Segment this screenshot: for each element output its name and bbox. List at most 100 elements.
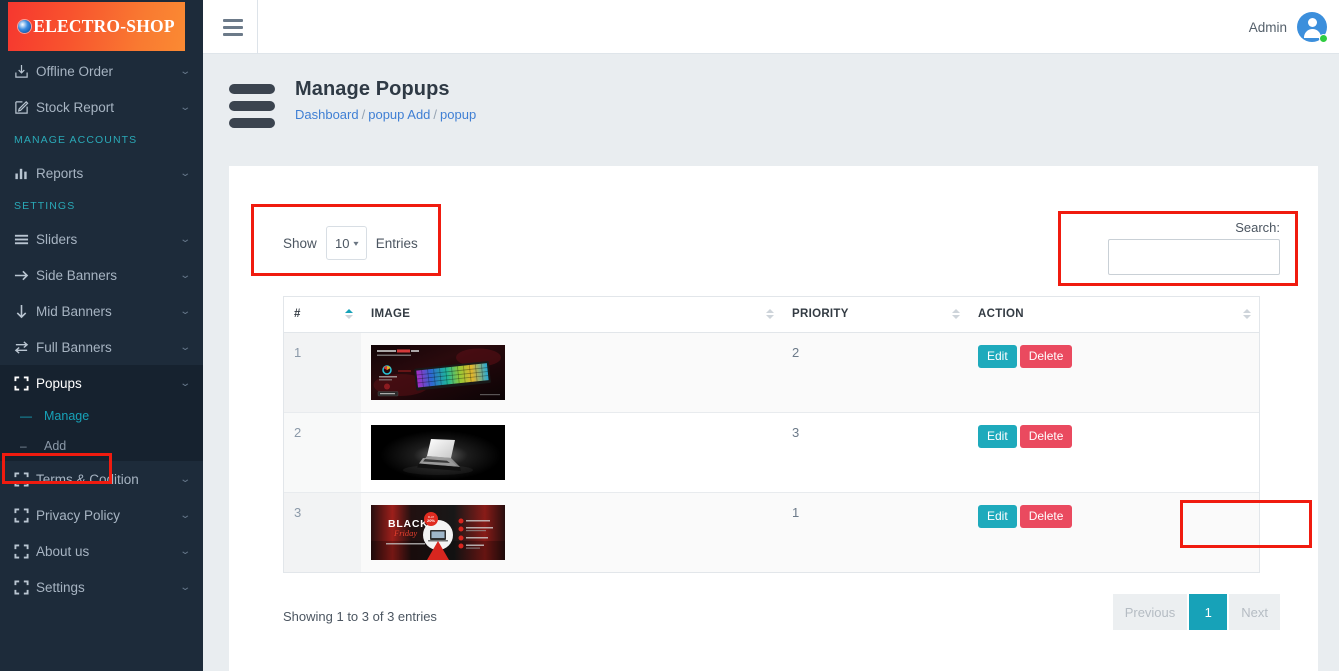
sidebar-subitem-add[interactable]: – Add: [0, 431, 203, 461]
pagination-previous[interactable]: Previous: [1112, 594, 1188, 630]
breadcrumb: Dashboard / popup Add / popup: [295, 107, 476, 122]
user-name-label: Admin: [1248, 19, 1287, 35]
bar-chart-icon: [14, 166, 36, 181]
chevron-down-icon: ⌄: [178, 305, 191, 317]
chevron-down-icon: ⌄: [178, 233, 191, 245]
sidebar-item-sliders[interactable]: Sliders ⌄: [0, 221, 203, 257]
entries-per-page-select[interactable]: 10 ▾: [325, 226, 367, 260]
chevron-down-icon: ⌄: [178, 509, 191, 521]
expand-corners-icon: [14, 507, 36, 523]
top-navbar: Admin: [203, 0, 1339, 54]
sidebar-item-label: Popups: [36, 375, 82, 391]
sidebar-item-about-us[interactable]: About us ⌄: [0, 533, 203, 569]
page-header-bars-icon: [229, 76, 275, 128]
sidebar-item-offline-order[interactable]: Offline Order ⌄: [0, 53, 203, 89]
sort-arrows-icon: [952, 309, 960, 320]
expand-corners-icon: [14, 579, 36, 595]
entries-select-value: 10: [335, 235, 350, 251]
sidebar-section-manage-accounts: MANAGE ACCOUNTS: [14, 134, 138, 146]
breadcrumb-item-popup[interactable]: popup: [440, 107, 476, 122]
chevron-down-icon: ▾: [352, 238, 359, 248]
page-header: Manage Popups Dashboard / popup Add / popup: [229, 76, 476, 128]
edit-button[interactable]: Edit: [978, 344, 1017, 368]
sidebar-item-popups[interactable]: Popups ⌄: [0, 365, 203, 401]
show-label: Show: [283, 235, 317, 251]
column-header-image[interactable]: IMAGE: [361, 297, 782, 333]
pagination-next[interactable]: Next: [1229, 594, 1280, 630]
breadcrumb-item-dashboard[interactable]: Dashboard: [295, 107, 359, 122]
popup-thumbnail-black-friday[interactable]: BLACK Friday FLAT 20%: [371, 504, 505, 560]
content-card: Show 10 ▾ Entries Search: # IMAGE PRIORI…: [229, 166, 1318, 671]
svg-text:20%: 20%: [427, 518, 435, 523]
column-header-label: PRIORITY: [792, 308, 849, 321]
cell-action: Edit Delete: [968, 332, 1259, 413]
sidebar-item-label: Reports: [36, 165, 84, 181]
sidebar-item-label: Side Banners: [36, 267, 118, 283]
arrows-exchange-icon: [14, 340, 36, 355]
sidebar: ELECTRO-SHOP Offline Order ⌄ Stock Repor…: [0, 0, 203, 671]
user-menu[interactable]: Admin: [1248, 0, 1328, 54]
sidebar-subitem-manage[interactable]: — Manage: [0, 401, 203, 431]
chevron-down-icon: ⌄: [178, 167, 191, 179]
chevron-down-icon: ⌄: [178, 545, 191, 557]
arrow-right-icon: [14, 268, 36, 283]
delete-button[interactable]: Delete: [1019, 344, 1073, 368]
cell-image: BLACK Friday FLAT 20%: [361, 492, 782, 572]
column-header-label: #: [294, 308, 301, 321]
page-title: Manage Popups: [295, 78, 450, 100]
search-input[interactable]: [1108, 239, 1280, 275]
show-entries-control: Show 10 ▾ Entries: [283, 226, 418, 260]
delete-button[interactable]: Delete: [1019, 424, 1073, 448]
sidebar-item-reports[interactable]: Reports ⌄: [0, 155, 203, 191]
cell-action: Edit Delete: [968, 412, 1259, 493]
search-label: Search:: [1235, 220, 1280, 235]
edit-button[interactable]: Edit: [978, 424, 1017, 448]
popup-thumbnail-keyboard[interactable]: [371, 344, 505, 400]
breadcrumb-item-popup-add[interactable]: popup Add: [368, 107, 430, 122]
user-avatar-icon[interactable]: [1297, 12, 1328, 43]
popups-table-wrapper: # IMAGE PRIORITY ACTION 1 2 Edit Delete …: [283, 296, 1260, 573]
sidebar-item-stock-report[interactable]: Stock Report ⌄: [0, 89, 203, 125]
column-header-priority[interactable]: PRIORITY: [782, 297, 968, 333]
download-box-icon: [14, 64, 36, 79]
sidebar-subitem-label: Manage: [44, 409, 90, 423]
edit-button[interactable]: Edit: [978, 504, 1017, 528]
sidebar-item-label: Settings: [36, 579, 85, 595]
page-right-gutter: [1318, 54, 1339, 671]
sidebar-item-settings[interactable]: Settings ⌄: [0, 569, 203, 605]
column-header-action[interactable]: ACTION: [968, 297, 1259, 333]
expand-corners-icon: [14, 471, 36, 487]
brand-logo-text: ELECTRO-SHOP: [33, 16, 175, 36]
sidebar-item-privacy-policy[interactable]: Privacy Policy ⌄: [0, 497, 203, 533]
breadcrumb-separator: /: [361, 107, 366, 122]
edit-square-icon: [14, 100, 36, 115]
pagination-page-1[interactable]: 1: [1189, 594, 1228, 630]
brand-logo[interactable]: ELECTRO-SHOP: [8, 2, 185, 51]
delete-button[interactable]: Delete: [1019, 504, 1073, 528]
sidebar-item-label: Stock Report: [36, 99, 115, 115]
arrow-down-icon: [14, 304, 36, 319]
sidebar-item-side-banners[interactable]: Side Banners ⌄: [0, 257, 203, 293]
table-info-label: Showing 1 to 3 of 3 entries: [283, 609, 437, 624]
sidebar-item-mid-banners[interactable]: Mid Banners ⌄: [0, 293, 203, 329]
dash-marker-icon: –: [20, 439, 27, 453]
popup-thumbnail-laptop[interactable]: [371, 424, 505, 480]
sidebar-item-label: Offline Order: [36, 63, 114, 79]
expand-corners-icon: [14, 375, 36, 391]
sidebar-section-settings: SETTINGS: [14, 200, 76, 212]
sidebar-item-terms-condition[interactable]: Terms & Codition ⌄: [0, 461, 203, 497]
cell-index: 3: [284, 492, 361, 572]
chevron-down-icon: ⌄: [178, 473, 191, 485]
chevron-down-icon: ⌄: [178, 101, 191, 113]
hamburger-icon[interactable]: [220, 15, 246, 39]
chevron-down-icon: ⌄: [178, 581, 191, 593]
cell-priority: 2: [782, 332, 968, 413]
column-header-index[interactable]: #: [284, 297, 361, 333]
sidebar-item-label: Mid Banners: [36, 303, 112, 319]
sidebar-item-full-banners[interactable]: Full Banners ⌄: [0, 329, 203, 365]
cell-priority: 1: [782, 492, 968, 572]
popups-submenu: — Manage – Add: [0, 401, 203, 461]
navbar-divider: [257, 0, 258, 54]
cell-index: 1: [284, 332, 361, 413]
column-header-label: ACTION: [978, 308, 1024, 321]
